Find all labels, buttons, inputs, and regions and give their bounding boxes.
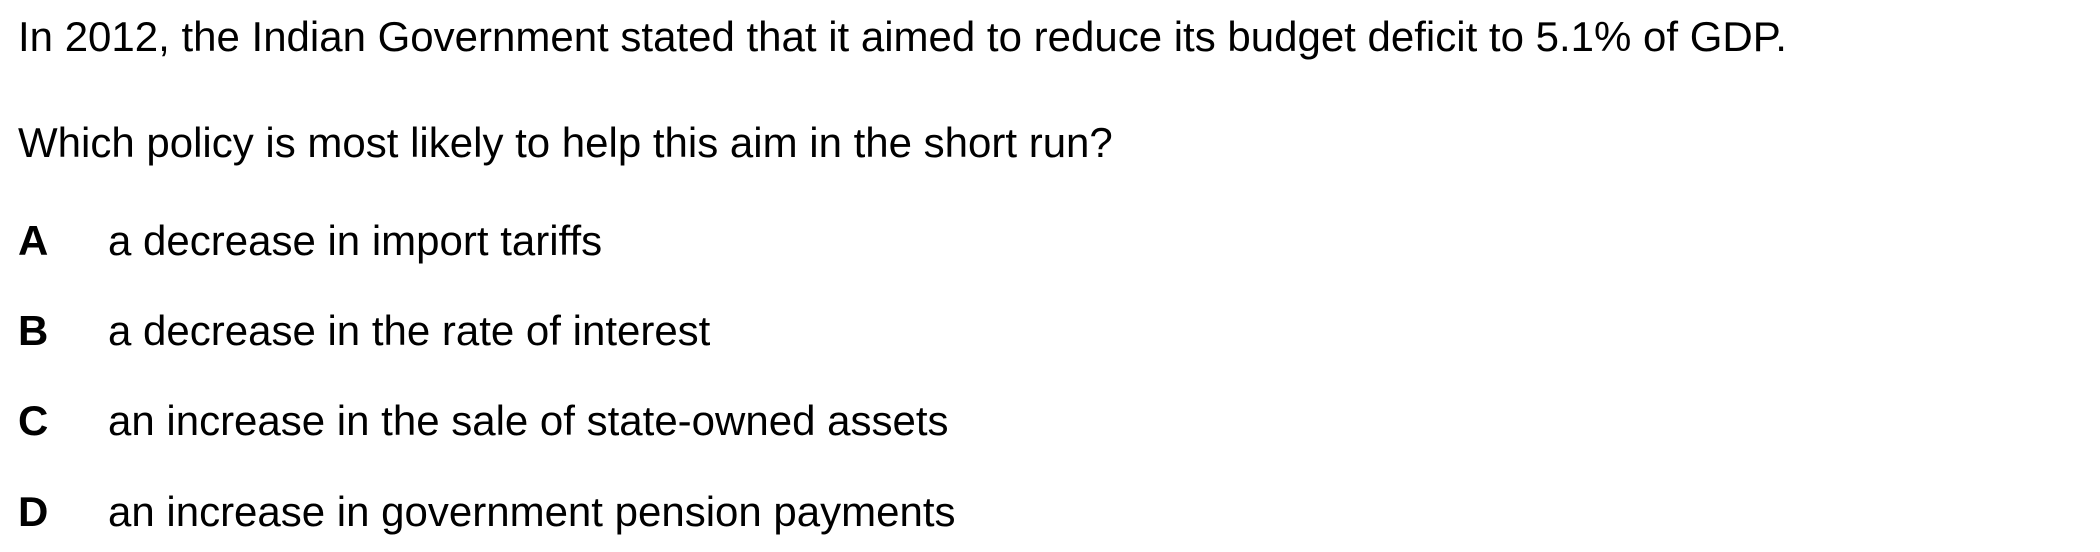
option-text: an increase in government pension paymen… (108, 488, 956, 535)
option-letter: B (18, 307, 49, 354)
question-prompt: Which policy is most likely to help this… (18, 119, 1113, 166)
option-text: a decrease in import tariffs (108, 217, 603, 264)
option-text: a decrease in the rate of interest (108, 307, 711, 354)
option-letter: A (18, 217, 49, 264)
question-stem: In 2012, the Indian Government stated th… (18, 13, 1787, 60)
option-letter: C (18, 397, 49, 444)
question-page: In 2012, the Indian Government stated th… (0, 0, 2100, 552)
option-letter: D (18, 488, 49, 535)
option-text: an increase in the sale of state-owned a… (108, 397, 949, 444)
